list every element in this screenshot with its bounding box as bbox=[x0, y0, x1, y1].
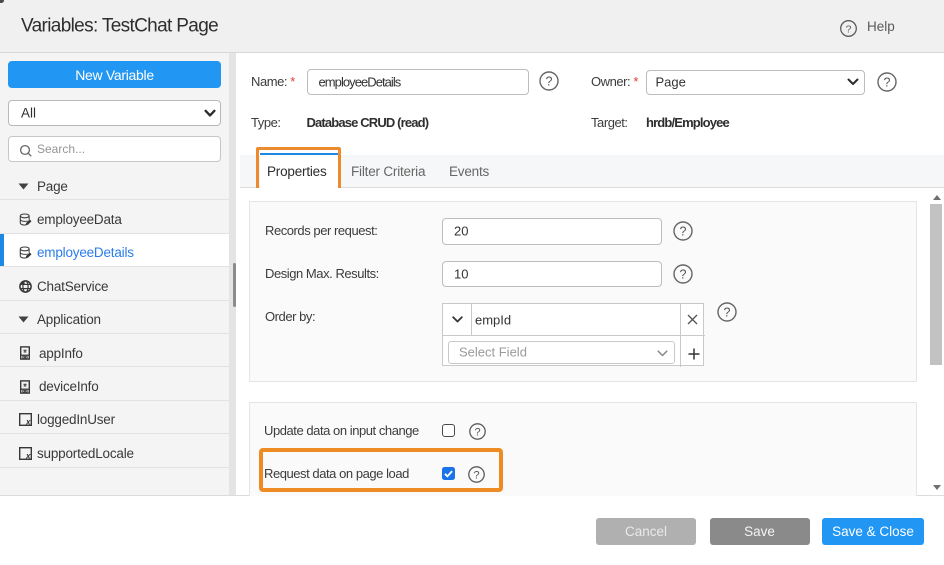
svg-text:x: x bbox=[25, 451, 31, 459]
svg-text:?: ? bbox=[679, 267, 686, 281]
svg-text:?: ? bbox=[846, 23, 852, 35]
svg-text:?: ? bbox=[884, 76, 891, 90]
svg-text:?: ? bbox=[546, 75, 553, 89]
svg-text:?: ? bbox=[474, 426, 480, 438]
svg-text:?: ? bbox=[723, 305, 730, 319]
svg-text:x: x bbox=[25, 418, 31, 426]
svg-text:?: ? bbox=[679, 224, 686, 238]
